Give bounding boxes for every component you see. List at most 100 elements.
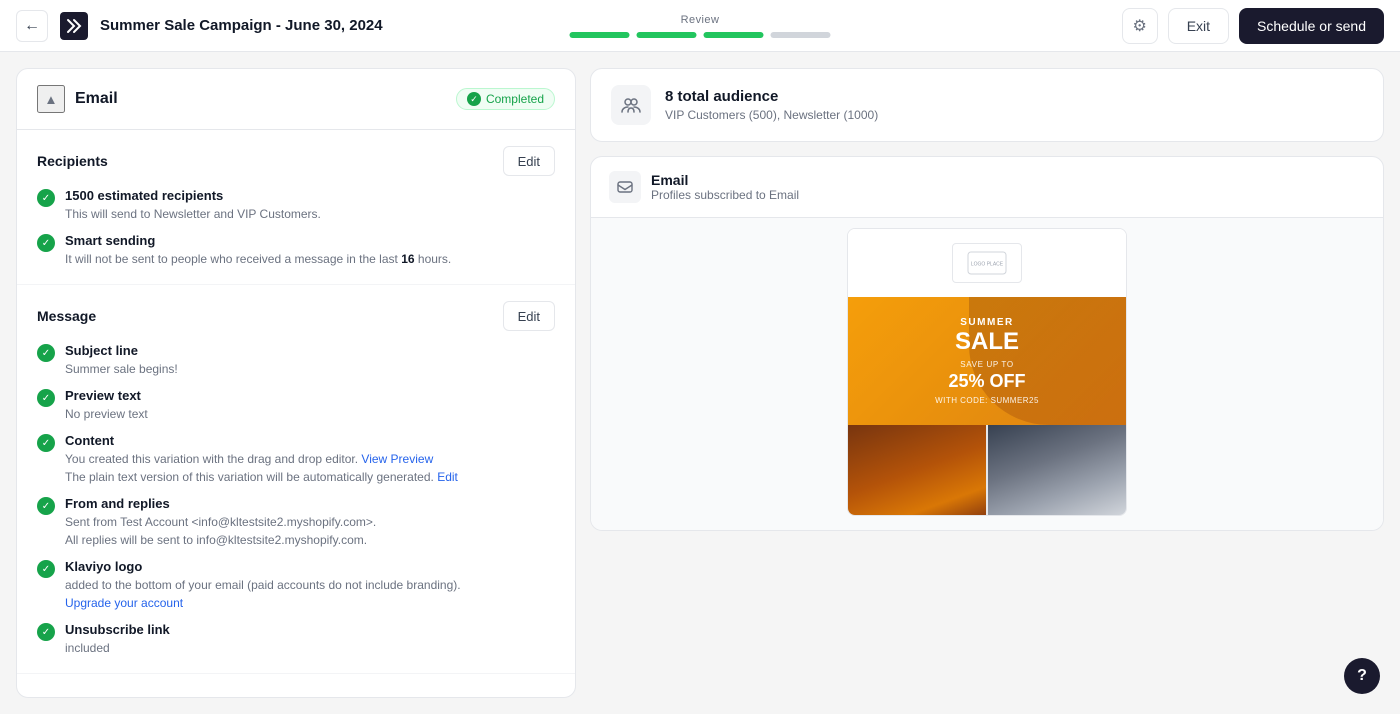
content-item: ✓ Content You created this variation wit… (37, 433, 555, 486)
recipients-header: Recipients Edit (37, 146, 555, 176)
nav-right: ⚙ Exit Schedule or send (1122, 8, 1384, 44)
email-header-left: ▲ Email (37, 85, 118, 113)
recipients-edit-button[interactable]: Edit (503, 146, 555, 176)
gear-icon: ⚙ (1133, 16, 1147, 36)
upgrade-account-link[interactable]: Upgrade your account (65, 596, 183, 610)
preview-text-desc: No preview text (65, 405, 148, 423)
back-button[interactable]: ← (16, 10, 48, 42)
nav-left: ← Summer Sale Campaign - June 30, 2024 (16, 10, 383, 42)
content-desc: You created this variation with the drag… (65, 450, 458, 468)
message-header: Message Edit (37, 301, 555, 331)
audience-card: 8 total audience VIP Customers (500), Ne… (590, 68, 1384, 142)
audience-title: 8 total audience (665, 88, 878, 105)
email-preview-frame: LOGO PLACE Summer SALE (847, 228, 1127, 516)
preview-sale-title: SALE (864, 330, 1110, 354)
estimated-recipients-label: 1500 estimated recipients (65, 188, 321, 203)
step-2 (637, 32, 697, 38)
unsubscribe-desc: included (65, 639, 170, 657)
content-extra: The plain text version of this variation… (65, 468, 458, 486)
subject-line-item: ✓ Subject line Summer sale begins! (37, 343, 555, 378)
preview-hero-content: Summer SALE SAVE UP TO 25% OFF WITH CODE… (864, 317, 1110, 405)
settings-button[interactable]: ⚙ (1122, 8, 1158, 44)
profiles-subtitle: Profiles subscribed to Email (651, 188, 799, 202)
message-title: Message (37, 308, 96, 324)
preview-text-label: Preview text (65, 388, 148, 403)
from-replies-content: From and replies Sent from Test Account … (65, 496, 376, 549)
profiles-icon (609, 171, 641, 203)
profiles-card: Email Profiles subscribed to Email LOGO … (590, 156, 1384, 531)
preview-code: WITH CODE: SUMMER25 (864, 396, 1110, 405)
from-replies-item: ✓ From and replies Sent from Test Accoun… (37, 496, 555, 549)
subject-label: Subject line (65, 343, 178, 358)
progress-steps (568, 32, 833, 38)
preview-save-text: SAVE UP TO (864, 360, 1110, 369)
message-edit-button[interactable]: Edit (503, 301, 555, 331)
step-3 (704, 32, 764, 38)
profiles-title: Email (651, 172, 799, 188)
svg-text:LOGO PLACE: LOGO PLACE (971, 262, 1004, 268)
schedule-or-send-button[interactable]: Schedule or send (1239, 8, 1384, 44)
review-label: Review (681, 14, 720, 26)
subject-desc: Summer sale begins! (65, 360, 178, 378)
help-icon: ? (1357, 667, 1367, 685)
profiles-text: Email Profiles subscribed to Email (651, 172, 799, 202)
collapse-button[interactable]: ▲ (37, 85, 65, 113)
preview-product-grid (848, 425, 1126, 515)
completed-badge: ✓ Completed (456, 88, 555, 110)
klaviyo-logo-desc: added to the bottom of your email (paid … (65, 576, 461, 594)
content-label: Content (65, 433, 458, 448)
check-icon-preview: ✓ (37, 389, 55, 407)
exit-button[interactable]: Exit (1168, 8, 1229, 44)
preview-product-2 (988, 425, 1126, 515)
smart-sending-label: Smart sending (65, 233, 451, 248)
check-icon-recipients: ✓ (37, 189, 55, 207)
check-icon-logo: ✓ (37, 560, 55, 578)
completed-check-icon: ✓ (467, 92, 481, 106)
preview-product-1 (848, 425, 986, 515)
email-preview-container: LOGO PLACE Summer SALE (591, 218, 1383, 530)
unsubscribe-label: Unsubscribe link (65, 622, 170, 637)
klaviyo-logo-item: ✓ Klaviyo logo added to the bottom of yo… (37, 559, 555, 612)
from-replies-desc: Sent from Test Account <info@kltestsite2… (65, 513, 376, 531)
recipients-content: 1500 estimated recipients This will send… (65, 188, 321, 223)
content-content: Content You created this variation with … (65, 433, 458, 486)
estimated-recipients-desc: This will send to Newsletter and VIP Cus… (65, 205, 321, 223)
estimated-recipients-item: ✓ 1500 estimated recipients This will se… (37, 188, 555, 223)
audience-icon (611, 85, 651, 125)
check-icon-unsub: ✓ (37, 623, 55, 641)
collapse-icon: ▲ (44, 92, 57, 107)
check-icon-content: ✓ (37, 434, 55, 452)
smart-sending-content: Smart sending It will not be sent to peo… (65, 233, 451, 268)
klaviyo-logo-content: Klaviyo logo added to the bottom of your… (65, 559, 461, 612)
email-section-title: Email (75, 90, 118, 108)
smart-sending-desc: It will not be sent to people who receiv… (65, 250, 451, 268)
audience-info: 8 total audience VIP Customers (500), Ne… (665, 88, 878, 122)
unsubscribe-content: Unsubscribe link included (65, 622, 170, 657)
preview-discount: 25% OFF (864, 371, 1110, 392)
content-edit-link[interactable]: Edit (437, 470, 458, 484)
profiles-header: Email Profiles subscribed to Email (591, 157, 1383, 218)
back-icon: ← (24, 17, 40, 35)
check-icon-smart: ✓ (37, 234, 55, 252)
step-1 (570, 32, 630, 38)
main-content: ▲ Email ✓ Completed Recipients Edit ✓ 15… (0, 52, 1400, 714)
completed-label: Completed (486, 92, 544, 106)
audience-sub: VIP Customers (500), Newsletter (1000) (665, 108, 878, 122)
left-panel: ▲ Email ✓ Completed Recipients Edit ✓ 15… (16, 68, 576, 698)
help-button[interactable]: ? (1344, 658, 1380, 694)
logo-mark (60, 12, 88, 40)
klaviyo-logo-extra: Upgrade your account (65, 594, 461, 612)
logo (60, 12, 88, 40)
email-header: ▲ Email ✓ Completed (17, 69, 575, 130)
unsubscribe-item: ✓ Unsubscribe link included (37, 622, 555, 657)
check-icon-subject: ✓ (37, 344, 55, 362)
preview-logo-area: LOGO PLACE (848, 229, 1126, 297)
from-replies-extra: All replies will be sent to info@kltests… (65, 531, 376, 549)
right-panel: 8 total audience VIP Customers (500), Ne… (590, 68, 1384, 698)
preview-hero: Summer SALE SAVE UP TO 25% OFF WITH CODE… (848, 297, 1126, 425)
preview-sale-label: Summer (864, 317, 1110, 328)
preview-text-item: ✓ Preview text No preview text (37, 388, 555, 423)
recipients-title: Recipients (37, 153, 108, 169)
view-preview-link[interactable]: View Preview (361, 452, 433, 466)
step-4 (771, 32, 831, 38)
